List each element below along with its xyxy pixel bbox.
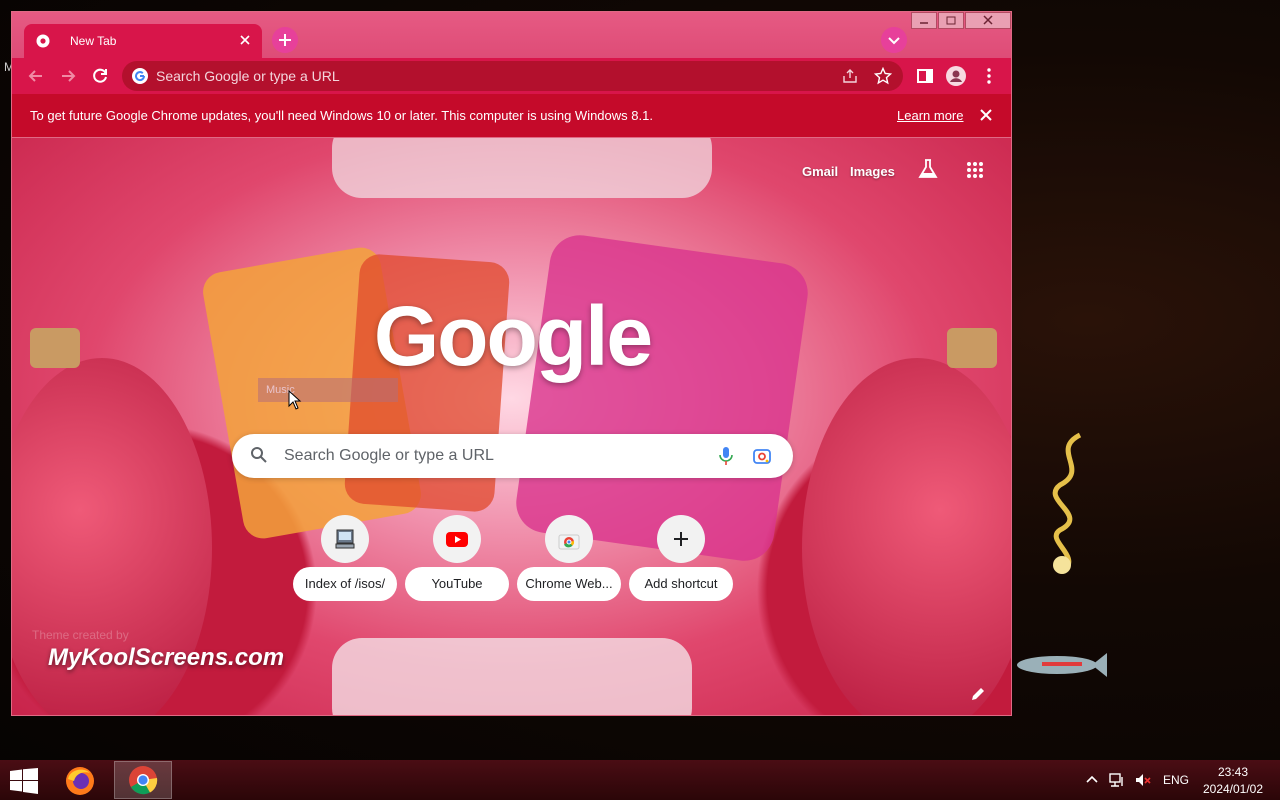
search-icon	[251, 447, 267, 463]
input-language-indicator[interactable]: ENG	[1163, 773, 1189, 787]
close-icon	[983, 15, 993, 25]
volume-muted-icon[interactable]	[1134, 771, 1152, 789]
add-shortcut-tile[interactable]: Add shortcut	[629, 515, 733, 603]
windows-start-icon[interactable]	[10, 768, 38, 794]
side-panel-icon[interactable]	[915, 66, 935, 86]
shortcut-icon-circle	[545, 515, 593, 563]
shortcut-icon-circle	[321, 515, 369, 563]
theme-letter-decoration	[332, 638, 692, 715]
google-g-icon	[132, 68, 148, 84]
new-tab-plus-icon[interactable]	[272, 27, 298, 53]
address-bar[interactable]: Search Google or type a URL	[122, 61, 903, 91]
shortcut-icon-circle	[657, 515, 705, 563]
close-tab-icon[interactable]	[238, 33, 252, 47]
shortcut-icon-circle	[433, 515, 481, 563]
more-menu-icon[interactable]	[979, 66, 999, 86]
share-icon[interactable]	[842, 68, 858, 84]
minimize-button[interactable]	[911, 12, 937, 29]
shortcut-tile[interactable]: Index of /isos/	[293, 515, 397, 603]
shortcut-label: YouTube	[405, 567, 509, 601]
network-icon[interactable]	[1108, 771, 1126, 789]
minimize-icon	[920, 22, 928, 24]
gmail-link[interactable]: Gmail	[802, 164, 838, 179]
tab-strip: New Tab	[12, 12, 1011, 58]
window-controls	[910, 12, 1011, 29]
shortcut-label: Chrome Web...	[517, 567, 621, 601]
ornament-ball-right	[802, 358, 1011, 715]
mouse-cursor-icon	[288, 390, 302, 410]
taskbar-chrome-button[interactable]	[114, 761, 172, 799]
tab-search-chevron-down-icon[interactable]	[881, 27, 907, 53]
profile-avatar-icon[interactable]	[946, 66, 966, 86]
plus-icon	[674, 532, 688, 546]
desktop-fish-decoration	[1017, 653, 1107, 677]
watermark-text: MyKoolScreens.com	[48, 644, 285, 671]
restore-button[interactable]	[938, 12, 964, 29]
computer-icon	[335, 529, 355, 549]
chrome-favicon-icon	[36, 34, 50, 48]
reload-icon[interactable]	[90, 66, 110, 86]
clock-date[interactable]: 2024/01/02	[1199, 782, 1267, 796]
voice-search-mic-icon[interactable]	[718, 446, 734, 466]
forward-arrow-icon[interactable]	[58, 66, 78, 86]
address-bar-placeholder: Search Google or type a URL	[156, 68, 340, 84]
chrome-window: New Tab Search Google or type a URL To g…	[11, 11, 1012, 716]
tab-new-tab[interactable]: New Tab	[24, 24, 262, 58]
clock-time[interactable]: 23:43	[1203, 765, 1263, 779]
tab-title: New Tab	[70, 34, 117, 48]
search-placeholder: Search Google or type a URL	[284, 447, 494, 464]
youtube-icon	[446, 532, 468, 547]
restore-icon	[946, 16, 956, 25]
update-infobar: To get future Google Chrome updates, you…	[12, 94, 1011, 138]
firefox-icon[interactable]	[64, 765, 96, 797]
background-theme-decoration	[332, 138, 712, 198]
google-lens-camera-icon[interactable]	[752, 446, 772, 466]
back-arrow-icon[interactable]	[26, 66, 46, 86]
learn-more-link[interactable]: Learn more	[897, 108, 963, 123]
close-window-button[interactable]	[965, 12, 1011, 29]
tooltip: Music	[258, 378, 398, 402]
chrome-icon	[129, 766, 158, 795]
new-tab-page: Gmail Images Google Music Search Google …	[12, 138, 1011, 715]
desktop-ornament-decoration	[1052, 432, 1082, 574]
close-infobar-icon[interactable]	[978, 107, 994, 123]
infobar-message: To get future Google Chrome updates, you…	[30, 108, 653, 123]
tray-show-hidden-icon[interactable]	[1086, 774, 1098, 784]
shortcut-label: Add shortcut	[629, 567, 733, 601]
theme-attribution-text: Theme created by	[32, 628, 129, 642]
labs-flask-icon[interactable]	[917, 158, 939, 180]
images-link[interactable]: Images	[850, 164, 895, 179]
shortcut-tile[interactable]: YouTube	[405, 515, 509, 603]
shortcut-tile[interactable]: Chrome Web...	[517, 515, 621, 603]
google-logo: Google	[373, 289, 653, 383]
ntp-search-box[interactable]: Search Google or type a URL	[232, 434, 793, 478]
taskbar: ENG 23:43 2024/01/02	[0, 760, 1280, 800]
google-apps-grid-icon[interactable]	[966, 161, 984, 179]
customize-pencil-icon[interactable]	[970, 686, 986, 702]
shortcut-label: Index of /isos/	[293, 567, 397, 601]
chrome-web-store-icon	[558, 534, 580, 550]
browser-toolbar: Search Google or type a URL	[12, 58, 1011, 94]
bookmark-star-icon[interactable]	[874, 67, 892, 85]
